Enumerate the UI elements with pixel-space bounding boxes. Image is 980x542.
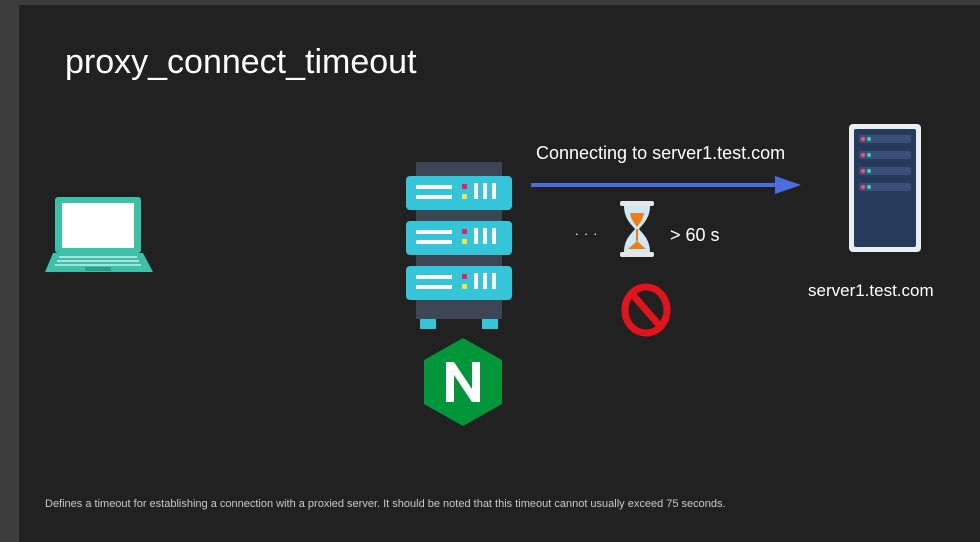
server-tower-icon bbox=[849, 124, 921, 252]
connection-arrow bbox=[531, 176, 801, 194]
slide-title: proxy_connect_timeout bbox=[65, 43, 417, 81]
nginx-logo-icon bbox=[424, 338, 502, 426]
slide: proxy_connect_timeout Connecting to serv… bbox=[19, 5, 980, 542]
server-label: server1.test.com bbox=[808, 281, 934, 300]
laptop-icon bbox=[45, 197, 153, 272]
hourglass-icon bbox=[620, 201, 654, 257]
timeout-label: > 60 s bbox=[670, 225, 720, 245]
connection-label: Connecting to server1.test.com bbox=[536, 143, 786, 163]
no-entry-icon bbox=[621, 283, 671, 337]
server-rack-icon bbox=[406, 162, 512, 329]
wait-dots: . . . bbox=[575, 223, 599, 238]
footnote: Defines a timeout for establishing a con… bbox=[45, 498, 726, 510]
